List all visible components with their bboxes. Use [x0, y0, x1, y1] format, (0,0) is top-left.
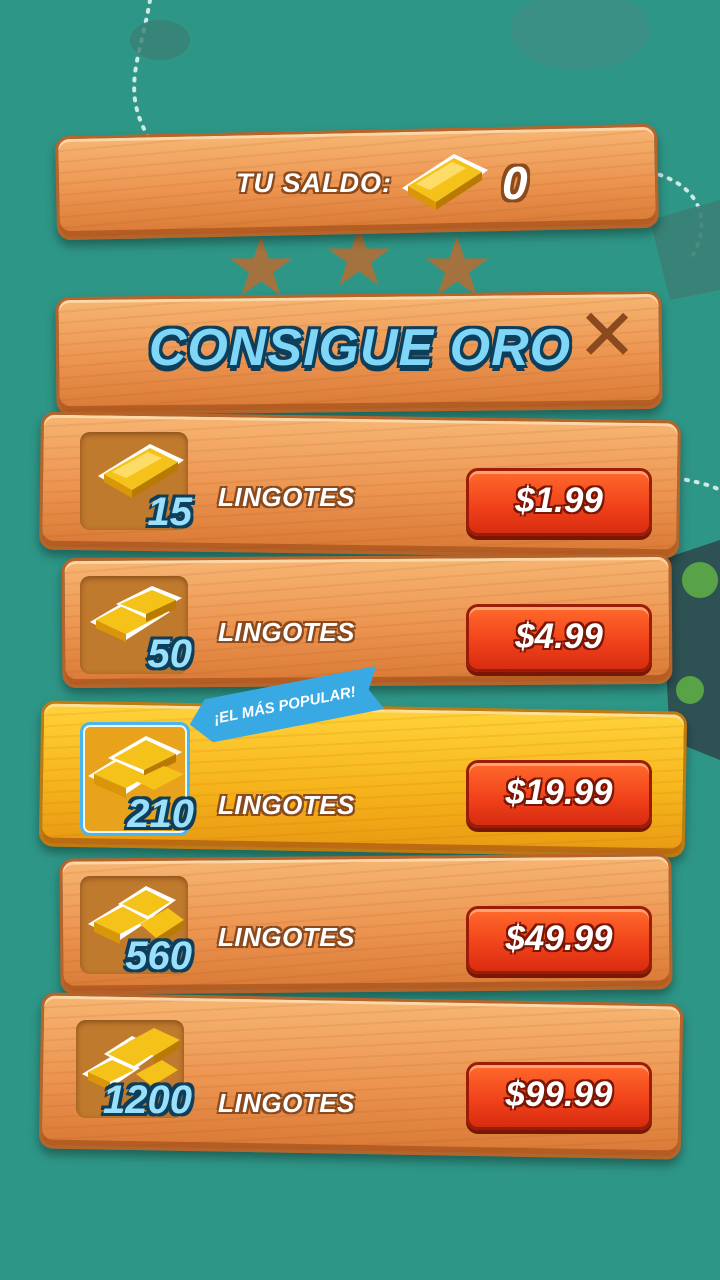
buy-button-210[interactable]: $19.99: [466, 760, 652, 828]
offer-amount: 15: [147, 490, 193, 534]
offer-unit: LINGOTES: [218, 482, 355, 512]
star-slot-icon: ★: [224, 220, 298, 315]
close-icon: ✕: [576, 293, 638, 377]
gold-bar-icon: [402, 154, 488, 210]
offer-amount: 50: [147, 632, 193, 676]
offer-amount: 1200: [103, 1078, 192, 1122]
star-slot-icon: ★: [420, 220, 494, 315]
buy-button-560[interactable]: $49.99: [466, 906, 652, 974]
offer-unit: LINGOTES: [218, 790, 355, 820]
balance-label: TU SALDO:: [236, 168, 392, 198]
dialog-title: CONSIGUE ORO: [148, 319, 572, 377]
buy-button-1200[interactable]: $99.99: [466, 1062, 652, 1130]
offer-amount: 210: [127, 792, 194, 836]
close-button[interactable]: ✕: [572, 299, 642, 371]
star-slot-icon: ★: [322, 210, 396, 305]
offer-unit: LINGOTES: [218, 1088, 355, 1118]
buy-button-15[interactable]: $1.99: [466, 468, 652, 536]
offer-amount: 560: [125, 934, 192, 978]
offer-unit: LINGOTES: [218, 617, 355, 647]
buy-button-50[interactable]: $4.99: [466, 604, 652, 672]
balance-value: 0: [502, 157, 528, 209]
offer-unit: LINGOTES: [218, 922, 355, 952]
